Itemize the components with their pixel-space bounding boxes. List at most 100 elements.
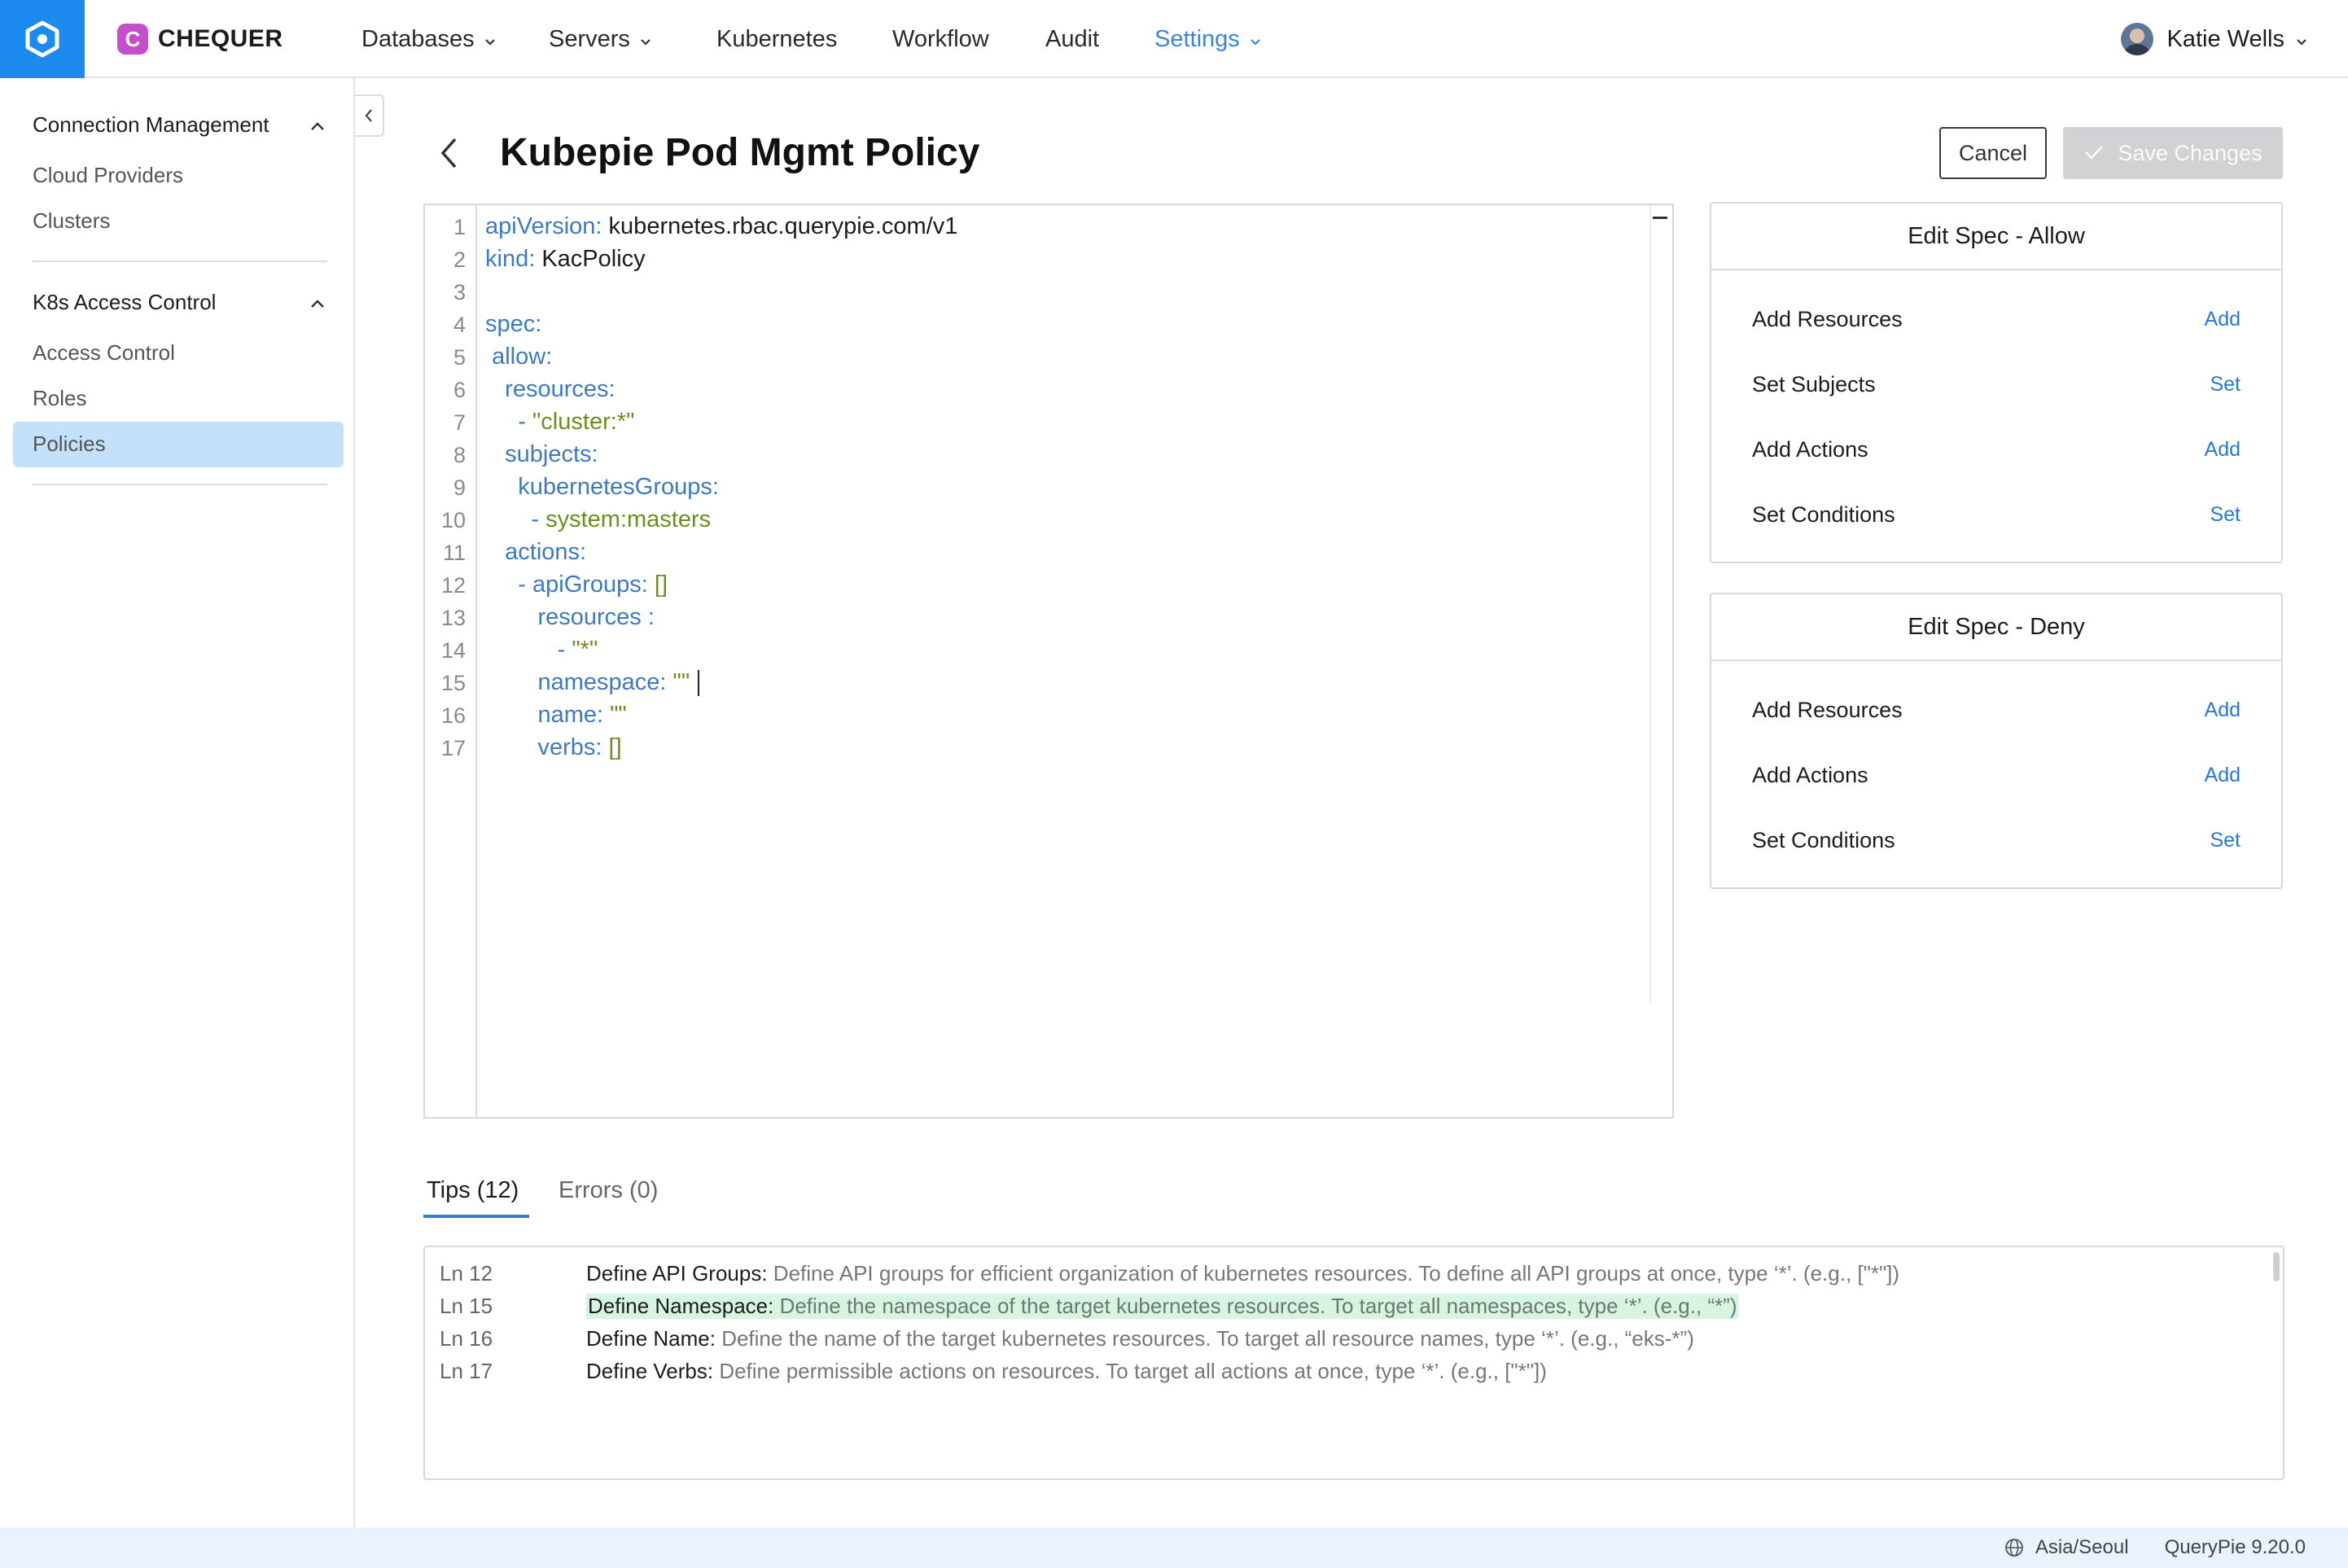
chevron-up-icon xyxy=(309,290,326,315)
user-menu[interactable]: Katie Wells xyxy=(2121,20,2307,59)
code-line[interactable]: kind: KacPolicy xyxy=(485,246,646,273)
line-number: 16 xyxy=(440,703,466,728)
tip-body: Define Name: Define the name of the targ… xyxy=(586,1326,1694,1351)
editor-scrollbar[interactable] xyxy=(1649,205,1672,1003)
sidebar-divider xyxy=(33,484,327,485)
chevron-down-icon xyxy=(1250,26,1261,53)
code-line[interactable]: - system:masters xyxy=(485,506,711,533)
tip-text: Define the name of the target kubernetes… xyxy=(715,1325,1694,1351)
tip-row[interactable]: Ln 16 Define Name: Define the name of th… xyxy=(440,1322,1694,1355)
set-subjects-link[interactable]: Set xyxy=(2210,373,2241,396)
nav-audit[interactable]: Audit xyxy=(1045,0,1099,78)
spec-row-label: Add Resources xyxy=(1752,306,1903,331)
sidebar-section-connection-management[interactable]: Connection Management xyxy=(33,112,326,138)
tip-row[interactable]: Ln 12 Define API Groups: Define API grou… xyxy=(440,1257,1899,1290)
nav-servers[interactable]: Servers xyxy=(549,0,651,78)
code-line[interactable]: actions: xyxy=(485,539,586,566)
set-conditions-link[interactable]: Set xyxy=(2210,829,2241,852)
code-line[interactable]: verbs: [] xyxy=(485,734,621,761)
line-number: 17 xyxy=(440,736,466,760)
yaml-value: system:masters xyxy=(545,506,712,532)
spec-row-add-actions: Add Actions Add xyxy=(1752,759,2241,791)
spec-row-add-resources: Add Resources Add xyxy=(1752,303,2241,335)
tip-row[interactable]: Ln 17 Define Verbs: Define permissible a… xyxy=(440,1355,1547,1387)
tip-row-highlighted[interactable]: Ln 15 Define Namespace: Define the names… xyxy=(440,1290,1739,1322)
sidebar-item-cloud-providers[interactable]: Cloud Providers xyxy=(33,163,183,188)
yaml-key: allow: xyxy=(492,344,553,370)
yaml-code-editor[interactable]: 1 2 3 4 5 6 7 8 9 10 11 12 13 14 15 16 17 apiVersion: ku… xyxy=(423,204,1674,1119)
code-line[interactable]: - "cluster:*" xyxy=(485,409,634,436)
save-changes-label: Save Changes xyxy=(2118,140,2263,165)
sidebar-section-title: K8s Access Control xyxy=(33,290,217,314)
sidebar-section-title: Connection Management xyxy=(33,112,269,137)
nav-audit-label: Audit xyxy=(1045,25,1100,52)
code-line[interactable]: - "*" xyxy=(485,637,598,664)
line-number: 3 xyxy=(453,280,466,304)
code-line[interactable]: subjects: xyxy=(485,441,598,468)
chevron-up-icon xyxy=(309,112,326,138)
user-name: Katie Wells xyxy=(2166,25,2284,52)
tip-text: Define API groups for efficient organiza… xyxy=(767,1260,1900,1285)
cancel-button[interactable]: Cancel xyxy=(1939,127,2047,179)
line-number: 7 xyxy=(453,410,466,435)
tab-tips[interactable]: Tips (12) xyxy=(427,1177,519,1204)
spec-row-set-conditions: Set Conditions Set xyxy=(1752,824,2241,856)
sidebar-item-access-control[interactable]: Access Control xyxy=(33,340,175,366)
tip-title: Define Name: xyxy=(586,1325,716,1351)
add-resources-link[interactable]: Add xyxy=(2205,308,2241,331)
yaml-key: resources : xyxy=(537,604,655,630)
yaml-key: - xyxy=(531,506,546,532)
nav-settings[interactable]: Settings xyxy=(1154,0,1261,78)
spec-row-label: Add Resources xyxy=(1752,697,1903,722)
tip-text: Define the namespace of the target kuber… xyxy=(773,1293,1737,1318)
app-logo[interactable] xyxy=(0,0,85,78)
code-line[interactable]: allow: xyxy=(485,344,552,370)
nav-workflow[interactable]: Workflow xyxy=(892,0,989,78)
top-navigation-bar: C CHEQUER Databases Servers Kubernetes W… xyxy=(0,0,2348,78)
sidebar-section-k8s-access-control[interactable]: K8s Access Control xyxy=(33,290,326,315)
nav-databases[interactable]: Databases xyxy=(361,0,496,78)
tips-list: Ln 12 Define API Groups: Define API grou… xyxy=(423,1246,2284,1480)
tips-scrollbar[interactable] xyxy=(2273,1252,2280,1281)
add-resources-link[interactable]: Add xyxy=(2205,699,2241,722)
code-line[interactable]: resources: xyxy=(485,376,615,403)
line-number: 9 xyxy=(453,475,466,500)
code-line[interactable]: name: "" xyxy=(485,702,627,729)
add-actions-link[interactable]: Add xyxy=(2205,764,2241,787)
sidebar-item-policies[interactable]: Policies xyxy=(33,431,106,457)
save-changes-button[interactable]: Save Changes xyxy=(2063,127,2283,179)
tab-errors[interactable]: Errors (0) xyxy=(559,1177,658,1204)
tip-title: Define Namespace: xyxy=(588,1293,774,1318)
tip-body: Define Verbs: Define permissible actions… xyxy=(586,1359,1547,1384)
code-line[interactable]: namespace: "" xyxy=(485,669,700,697)
line-number: 13 xyxy=(440,606,466,630)
tip-line-number: Ln 17 xyxy=(440,1358,493,1383)
sidebar-item-clusters[interactable]: Clusters xyxy=(33,208,110,234)
avatar xyxy=(2121,23,2154,55)
page-title: Kubepie Pod Mgmt Policy xyxy=(500,131,980,174)
sidebar-collapse-button[interactable] xyxy=(355,94,384,137)
code-line[interactable]: resources : xyxy=(485,604,655,631)
code-line[interactable]: apiVersion: kubernetes.rbac.querypie.com… xyxy=(485,213,957,240)
back-button[interactable] xyxy=(435,134,464,173)
nav-kubernetes[interactable]: Kubernetes xyxy=(716,0,837,78)
line-number: 11 xyxy=(442,541,466,565)
timezone-indicator[interactable]: Asia/Seoul xyxy=(2004,1536,2129,1559)
spec-row-label: Add Actions xyxy=(1752,436,1868,462)
nav-settings-label: Settings xyxy=(1154,25,1240,52)
add-actions-link[interactable]: Add xyxy=(2205,438,2241,462)
code-line[interactable]: kubernetesGroups: xyxy=(485,474,719,501)
chevron-down-icon xyxy=(2296,26,2307,53)
spec-row-add-resources: Add Resources Add xyxy=(1752,694,2241,726)
code-line[interactable]: spec: xyxy=(485,311,541,338)
panel-title: Edit Spec - Deny xyxy=(1711,594,2281,661)
sidebar-item-roles[interactable]: Roles xyxy=(33,386,86,411)
sidebar: Connection Management Cloud Providers Cl… xyxy=(0,78,355,1527)
yaml-value: "" xyxy=(603,702,627,728)
set-conditions-link[interactable]: Set xyxy=(2210,503,2241,527)
code-line[interactable]: - apiGroups: [] xyxy=(485,572,668,598)
